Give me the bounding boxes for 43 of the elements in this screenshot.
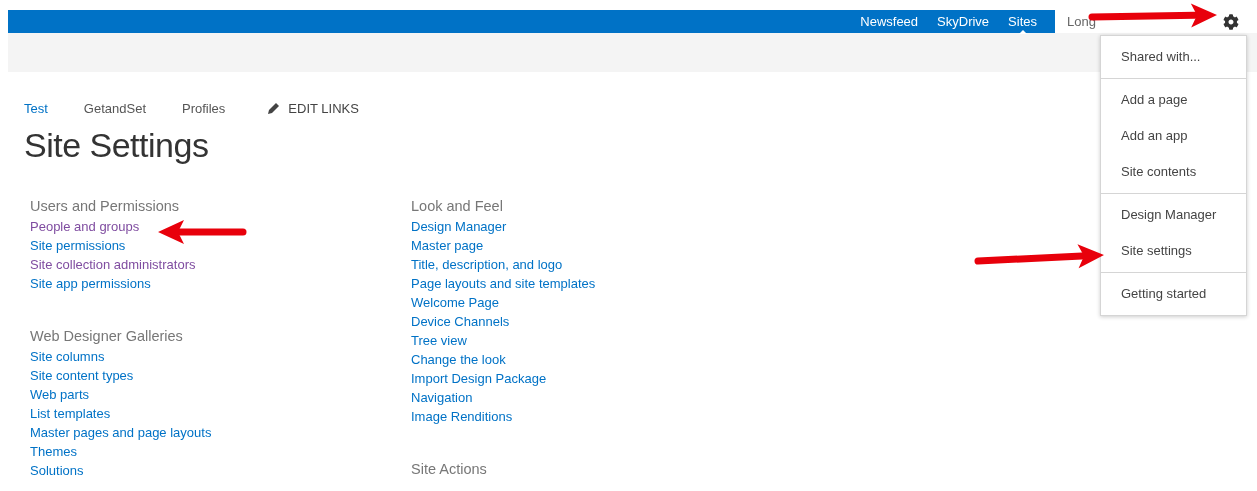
settings-link[interactable]: Master page (411, 236, 484, 255)
settings-link[interactable]: List templates (30, 404, 111, 423)
section-heading: Users and Permissions (30, 197, 180, 216)
settings-link[interactable]: Site app permissions (30, 274, 151, 293)
menu-item[interactable]: Site settings (1101, 233, 1246, 269)
settings-link[interactable]: Change the look (411, 350, 506, 369)
suite-link[interactable]: SkyDrive (937, 10, 990, 33)
menu-item[interactable]: Add an app (1101, 118, 1246, 154)
section-heading: Look and Feel (411, 197, 503, 216)
settings-link[interactable]: People and groups (30, 217, 140, 236)
suite-link[interactable]: Newsfeed (860, 10, 919, 33)
settings-link[interactable]: Themes (30, 442, 77, 461)
settings-link[interactable]: Page layouts and site templates (411, 274, 596, 293)
menu-item[interactable]: Site contents (1101, 154, 1246, 190)
settings-link[interactable]: Site content types (30, 366, 134, 385)
settings-link[interactable]: Web parts (30, 385, 89, 404)
settings-link[interactable]: Site collection administrators (30, 255, 196, 274)
nav-link[interactable]: GetandSet (83, 100, 146, 116)
settings-link[interactable]: Import Design Package (411, 369, 547, 388)
settings-link[interactable]: Image Renditions (411, 407, 513, 426)
user-name[interactable]: Long (1067, 14, 1096, 29)
settings-link[interactable]: Title, description, and logo (411, 255, 563, 274)
section-heading: Site Actions (411, 460, 487, 479)
settings-link[interactable]: Master pages and page layouts (30, 423, 212, 442)
section-heading: Web Designer Galleries (30, 327, 183, 346)
menu-item[interactable]: Design Manager (1101, 197, 1246, 233)
menu-item[interactable]: Getting started (1101, 276, 1246, 312)
nav-link[interactable]: Profiles (182, 100, 226, 116)
nav-link[interactable]: Test (24, 100, 48, 116)
settings-icon[interactable] (1223, 13, 1239, 30)
page-title: Site Settings (24, 126, 209, 165)
menu-item[interactable]: Add a page (1101, 82, 1246, 118)
menu-item[interactable]: Shared with... (1101, 39, 1246, 75)
settings-link[interactable]: Solutions (30, 461, 84, 480)
settings-link[interactable]: Welcome Page (411, 293, 499, 312)
settings-link[interactable]: Navigation (411, 388, 473, 407)
settings-link[interactable]: Site permissions (30, 236, 126, 255)
settings-link[interactable]: Design Manager (411, 217, 507, 236)
settings-link[interactable]: Site columns (30, 347, 105, 366)
pencil-icon (267, 101, 281, 115)
settings-link[interactable]: Device Channels (411, 312, 510, 331)
settings-link[interactable]: Tree view (411, 331, 467, 350)
edit-links-button[interactable]: EDIT LINKS (267, 100, 359, 116)
